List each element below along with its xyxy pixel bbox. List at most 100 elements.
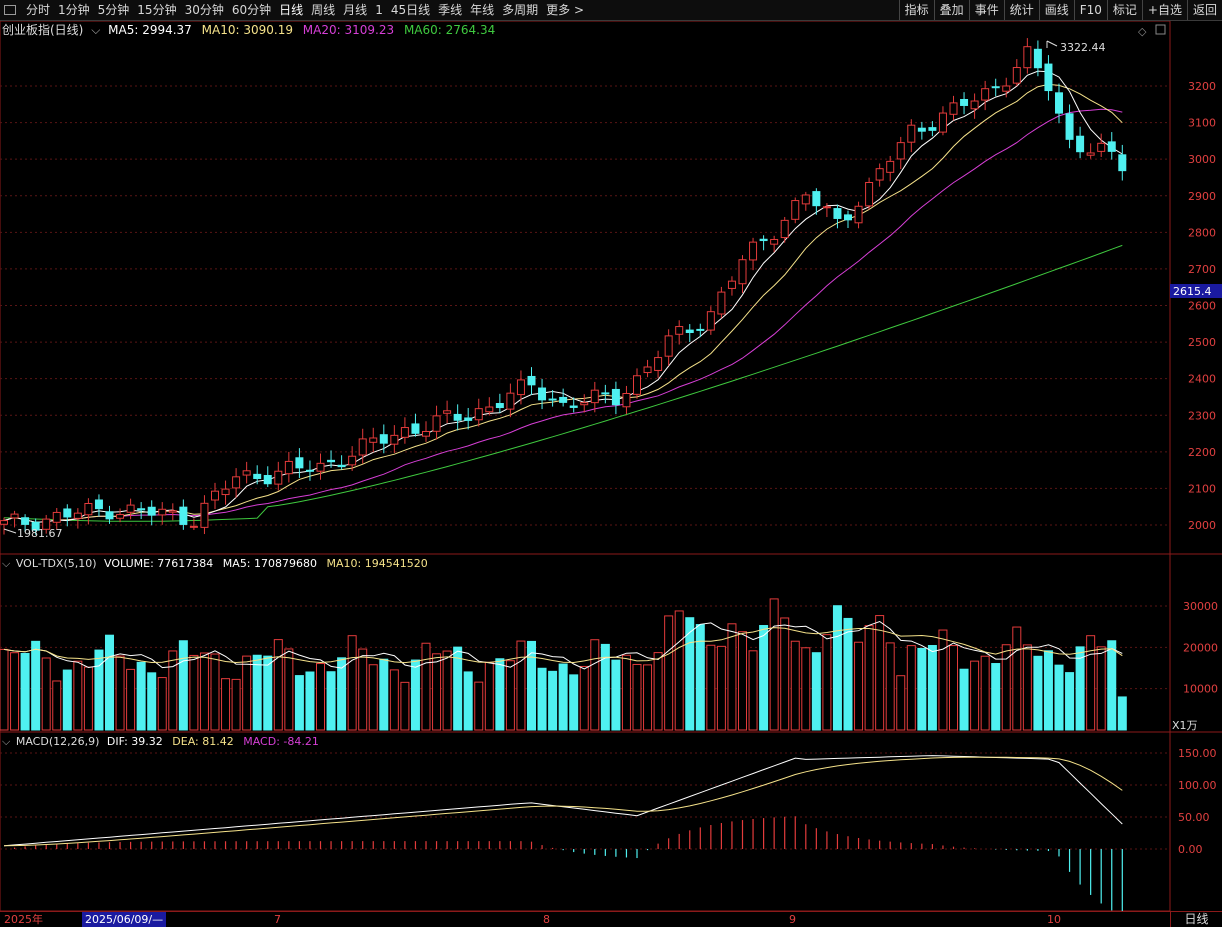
candle-body: [0, 520, 8, 525]
candle-body: [274, 470, 283, 485]
volume-bar: [126, 668, 136, 731]
macd-histogram: [13, 816, 1123, 911]
high-marker-arrow: [1046, 40, 1058, 47]
candle-body: [633, 375, 641, 395]
volume-bar: [326, 671, 336, 731]
vol-chevron-icon[interactable]: ⌵: [2, 557, 11, 570]
toolbar-button[interactable]: 返回: [1186, 0, 1222, 20]
volume-bar: [10, 652, 20, 731]
main-title: 创业板指(日线): [2, 22, 83, 37]
volume-bar: [558, 663, 568, 731]
volume-bar: [854, 641, 864, 731]
period-tab[interactable]: 日线: [275, 0, 307, 20]
candle-body: [411, 423, 420, 434]
price-tick: 2000: [1188, 519, 1216, 532]
candle-body: [485, 406, 494, 413]
period-tab[interactable]: 1分钟: [54, 0, 94, 20]
month-7: 7: [274, 913, 281, 926]
candle-body: [622, 393, 631, 408]
toolbar-button[interactable]: 标记: [1106, 0, 1142, 20]
candle-body: [749, 241, 758, 261]
candle-body: [1076, 135, 1085, 153]
volume-bar: [41, 657, 51, 731]
toolbar-button[interactable]: 叠加: [933, 0, 969, 20]
volume-bar: [1043, 650, 1053, 731]
period-tab[interactable]: 45日线: [387, 0, 434, 20]
candle-body: [970, 100, 979, 110]
volume-bar: [780, 617, 790, 731]
volume-legend: VOLUME: 77617384: [104, 557, 213, 570]
menu-icon[interactable]: [4, 5, 16, 15]
candle-body: [453, 413, 462, 421]
candle-body: [548, 398, 557, 401]
period-tab[interactable]: 更多 >: [542, 0, 588, 20]
toolbar-actions: 指标 叠加 事件 统计 画线 F10 标记 +自选 返回: [898, 0, 1222, 20]
candle-body: [147, 506, 156, 516]
toolbar-button[interactable]: 指标: [898, 0, 934, 20]
macd-tick: 50.00: [1178, 811, 1210, 824]
volume-bar: [231, 678, 241, 731]
period-tab[interactable]: 季线: [434, 0, 466, 20]
period-tab[interactable]: 30分钟: [181, 0, 228, 20]
toolbar-button[interactable]: 画线: [1038, 0, 1074, 20]
volume-bar: [52, 680, 62, 731]
volume-bar: [273, 639, 283, 731]
candle-body: [791, 200, 800, 220]
candle-body: [1044, 63, 1053, 92]
candle-body: [94, 499, 103, 510]
volume-bar: [463, 671, 473, 731]
candle-body: [738, 259, 747, 285]
diamond-icon[interactable]: ◇: [1138, 25, 1147, 38]
candle-body: [348, 455, 357, 466]
volume-bar: [917, 647, 927, 731]
toolbar-button[interactable]: 事件: [968, 0, 1004, 20]
candle-body: [158, 508, 167, 516]
period-button[interactable]: 日线: [1170, 912, 1222, 927]
period-tab[interactable]: 1: [371, 0, 387, 20]
volume-bar: [495, 658, 505, 731]
volume-bar: [811, 652, 821, 731]
candle-body: [10, 513, 19, 519]
window-icon[interactable]: [1155, 24, 1166, 35]
candle-body: [875, 168, 884, 181]
volume-bar: [664, 615, 674, 731]
chevron-down-icon[interactable]: ⌵: [91, 23, 100, 37]
toolbar-button[interactable]: 统计: [1003, 0, 1039, 20]
candle-body: [696, 328, 705, 331]
period-tab[interactable]: 周线: [307, 0, 339, 20]
candle-body: [559, 396, 568, 403]
volume-bar: [136, 661, 146, 731]
period-tab[interactable]: 60分钟: [228, 0, 275, 20]
volume-bar: [484, 661, 494, 731]
toolbar-button[interactable]: +自选: [1141, 0, 1187, 20]
volume-bar: [221, 678, 231, 731]
candle-body: [105, 511, 114, 520]
volume-bar: [949, 645, 958, 731]
candle-body: [928, 127, 937, 131]
period-tab[interactable]: 多周期: [498, 0, 542, 20]
toolbar-button[interactable]: F10: [1073, 0, 1107, 20]
period-tab[interactable]: 分时: [22, 0, 54, 20]
candle-body: [63, 508, 72, 518]
period-tab[interactable]: 5分钟: [94, 0, 134, 20]
price-tick: 2800: [1188, 226, 1216, 239]
candle-body: [337, 464, 346, 468]
stock-chart[interactable]: 3200 3100 3000 2900 2800 2700 2600 2500 2400 2300…: [0, 21, 1222, 911]
volume-bar: [178, 640, 188, 731]
period-tab[interactable]: 月线: [339, 0, 371, 20]
candle-body: [770, 238, 779, 245]
macd-chevron-icon[interactable]: ⌵: [2, 735, 11, 748]
candle-body: [991, 86, 1000, 89]
volume-bar: [31, 640, 41, 731]
macd-tick: 100.00: [1178, 779, 1217, 792]
volume-bar: [242, 655, 252, 731]
period-tab[interactable]: 15分钟: [133, 0, 180, 20]
volume-bar: [410, 659, 420, 731]
period-tab[interactable]: 年线: [466, 0, 498, 20]
svg-text:⌵ VOL-TDX(5,10) VOLUME: ⌵ VOL-TDX(5,10) VOLUME: 77617384 MA5: 17…: [2, 557, 428, 570]
volume-bar: [991, 663, 1001, 731]
candle-body: [443, 410, 452, 414]
time-axis: 2025年 2025/06/09/— 7 8 9 10 日线: [0, 911, 1222, 927]
candle-body: [1097, 142, 1106, 152]
candlesticks: [0, 38, 1127, 535]
